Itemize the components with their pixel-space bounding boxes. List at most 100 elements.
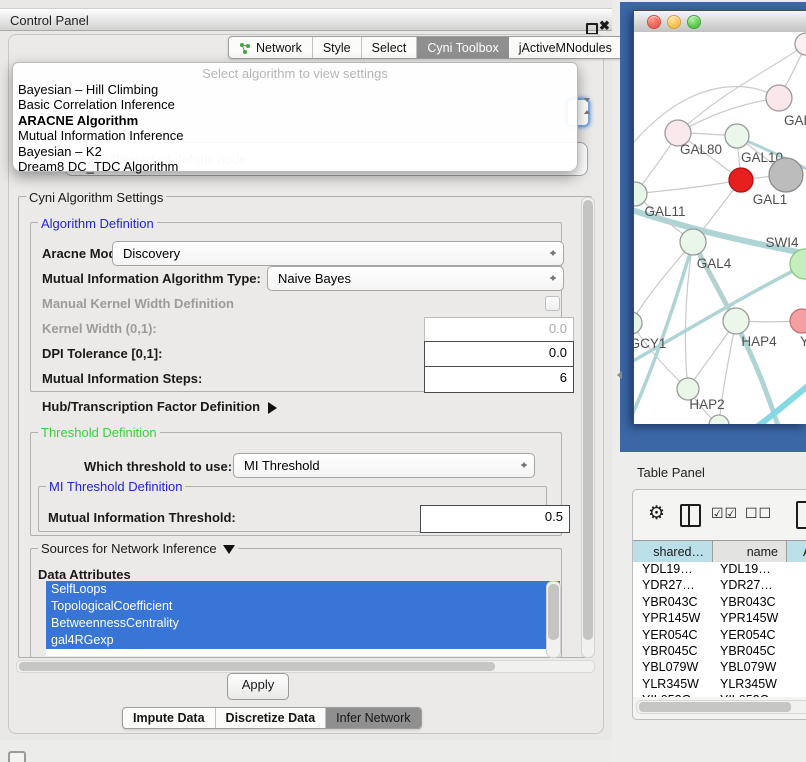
settings-vertical-scrollbar[interactable] <box>581 197 595 658</box>
network-node-hap4[interactable] <box>723 308 749 334</box>
table-panel-box: ⚙ ☑☑ ☐☐ shared…nameA YDL19…YDL19…13YDR27… <box>632 489 806 720</box>
collapsed-arrow-icon <box>268 402 283 414</box>
network-node[interactable] <box>709 415 729 424</box>
data-attribute-item[interactable]: gal4RGexp <box>46 632 560 649</box>
tab-jactivemnodules[interactable]: jActiveMNodules <box>509 37 622 58</box>
network-node-label: HAP2 <box>689 397 724 412</box>
table-row[interactable]: YER054CYER054C8. <box>633 628 806 644</box>
control-panel-titlebar: Control Panel ✖ <box>0 8 612 31</box>
apply-button[interactable]: Apply <box>227 673 289 700</box>
data-attribute-item[interactable]: TopologicalCoefficient <box>46 598 560 615</box>
table-cell: 9. <box>787 677 806 693</box>
tab-infer-network[interactable]: Infer Network <box>326 708 420 728</box>
algorithm-option[interactable]: Basic Correlation Inference <box>18 97 572 112</box>
table-row[interactable]: YBR045CYBR045C9. <box>633 644 806 660</box>
network-node[interactable] <box>795 33 806 55</box>
algorithm-option[interactable]: Mutual Information Inference <box>18 128 572 143</box>
table-cell: YPR145W <box>713 611 787 627</box>
sources-title: Sources for Network Inference <box>41 541 217 556</box>
which-threshold-value: MI Threshold <box>244 458 320 473</box>
table-cell: YDR27… <box>713 578 787 594</box>
algorithm-option[interactable]: ARACNE Algorithm <box>18 113 572 128</box>
dpi-tolerance-label: DPI Tolerance [0,1]: <box>42 346 162 361</box>
hub-definition-toggle[interactable]: Hub/Transcription Factor Definition <box>42 399 283 414</box>
table-cell: YPR145W <box>633 611 713 627</box>
minimize-traffic-light-icon[interactable] <box>667 15 681 29</box>
close-traffic-light-icon[interactable] <box>647 15 661 29</box>
table-horizontal-scrollbar[interactable] <box>636 700 806 714</box>
network-icon <box>239 42 251 54</box>
network-edge[interactable] <box>635 180 741 194</box>
network-edge[interactable] <box>750 378 806 424</box>
network-node-gcy1[interactable] <box>634 312 642 334</box>
table-row[interactable]: YLR345WYLR345W9. <box>633 677 806 693</box>
hidden-panel-button[interactable] <box>8 751 26 762</box>
tab-select[interactable]: Select <box>362 37 418 58</box>
deselect-all-checkboxes-icon[interactable]: ☐☐ <box>745 505 772 522</box>
column-header[interactable]: name <box>713 541 787 563</box>
application-root: Control Panel ✖ NetworkStyle Select Cyni T… <box>0 0 806 762</box>
network-node-label: GAL1 <box>753 192 788 207</box>
export-table-icon[interactable] <box>796 501 806 529</box>
network-node-gal1[interactable] <box>729 168 753 192</box>
network-node[interactable] <box>769 158 803 192</box>
data-attribute-item[interactable]: BetweennessCentrality <box>46 615 560 632</box>
aracne-mode-select[interactable]: Discovery <box>112 241 564 266</box>
which-threshold-select[interactable]: MI Threshold <box>233 453 535 478</box>
network-node-gal4[interactable] <box>680 229 706 255</box>
network-edge[interactable] <box>634 242 693 323</box>
table-row[interactable]: YDL19…YDL19…13 <box>633 562 806 578</box>
tab-network[interactable]: Network <box>229 37 313 58</box>
tab-impute-data[interactable]: Impute Data <box>123 708 216 728</box>
tab-label: Select <box>372 41 407 55</box>
mi-threshold-field[interactable]: 0.5 <box>420 505 570 533</box>
close-icon[interactable]: ✖ <box>599 18 610 34</box>
attributes-scrollbar[interactable] <box>546 581 561 658</box>
algorithm-definition-title: Algorithm Definition <box>38 216 157 231</box>
network-node-gal10[interactable] <box>725 124 749 148</box>
algorithm-option[interactable]: Bayesian – K2 <box>18 144 572 159</box>
table-cell: YLR345W <box>713 677 787 693</box>
tab-cyni-toolbox[interactable]: Cyni Toolbox <box>417 37 508 58</box>
table-horizontal-scrollbar-thumb[interactable] <box>639 702 791 712</box>
table-row[interactable]: YBR043CYBR043C <box>633 595 806 611</box>
table-row[interactable]: YIL052CYIL052C9 <box>633 693 806 697</box>
tab-discretize-data[interactable]: Discretize Data <box>216 708 327 728</box>
table-row[interactable]: YPR145WYPR145W9. <box>633 611 806 627</box>
select-all-checkboxes-icon[interactable]: ☑☑ <box>711 505 738 522</box>
column-header[interactable]: shared… <box>633 541 713 563</box>
attributes-scrollbar-thumb[interactable] <box>548 584 559 640</box>
network-canvas[interactable]: GALGAL80GAL10GAL1GAL11GAL4SWI4GCY1HAP4YH… <box>634 32 806 424</box>
tab-label: Cyni Toolbox <box>427 41 498 55</box>
mi-steps-field[interactable]: 6 <box>424 366 574 393</box>
control-panel: Control Panel ✖ NetworkStyle Select Cyni T… <box>0 0 612 740</box>
sources-toggle[interactable]: Sources for Network Inference <box>38 541 238 560</box>
settings-vertical-scrollbar-thumb[interactable] <box>583 200 593 640</box>
network-node-y[interactable] <box>790 309 806 333</box>
settings-horizontal-scrollbar[interactable] <box>16 660 595 673</box>
table-panel: Table Panel ⚙ ☑☑ ☐☐ shared…nameA YDL19…Y… <box>612 452 806 762</box>
mi-steps-label: Mutual Information Steps: <box>42 371 202 386</box>
table-header-row: shared…nameA <box>633 540 806 564</box>
settings-horizontal-scrollbar-thumb[interactable] <box>19 662 495 671</box>
cyni-algorithm-settings-title: Cyni Algorithm Settings <box>26 190 166 205</box>
manual-kernel-width-checkbox[interactable] <box>545 296 560 311</box>
mi-algorithm-type-select[interactable]: Naive Bayes <box>267 266 564 291</box>
dpi-tolerance-field[interactable]: 0.0 <box>424 341 574 368</box>
table-row[interactable]: YBL079WYBL079W <box>633 660 806 676</box>
data-attribute-item[interactable]: SelfLoops <box>46 581 560 598</box>
zoom-traffic-light-icon[interactable] <box>687 15 701 29</box>
column-header[interactable]: A <box>787 541 806 563</box>
splitter-collapse-icon[interactable] <box>613 371 622 379</box>
control-panel-title: Control Panel <box>10 13 89 28</box>
network-node-gal[interactable] <box>766 85 792 111</box>
kernel-width-field[interactable]: 0.0 <box>424 317 574 343</box>
algorithm-option[interactable]: Dream8 DC_TDC Algorithm <box>18 159 572 174</box>
gear-icon[interactable]: ⚙ <box>648 502 665 525</box>
algorithm-option[interactable]: Bayesian – Hill Climbing <box>18 82 572 97</box>
table-row[interactable]: YDR27…YDR27…12 <box>633 578 806 594</box>
tab-style[interactable]: Style <box>313 37 362 58</box>
tab-label: jActiveMNodules <box>519 41 612 55</box>
network-window: GALGAL80GAL10GAL1GAL11GAL4SWI4GCY1HAP4YH… <box>633 10 806 424</box>
columns-icon[interactable] <box>680 504 701 527</box>
